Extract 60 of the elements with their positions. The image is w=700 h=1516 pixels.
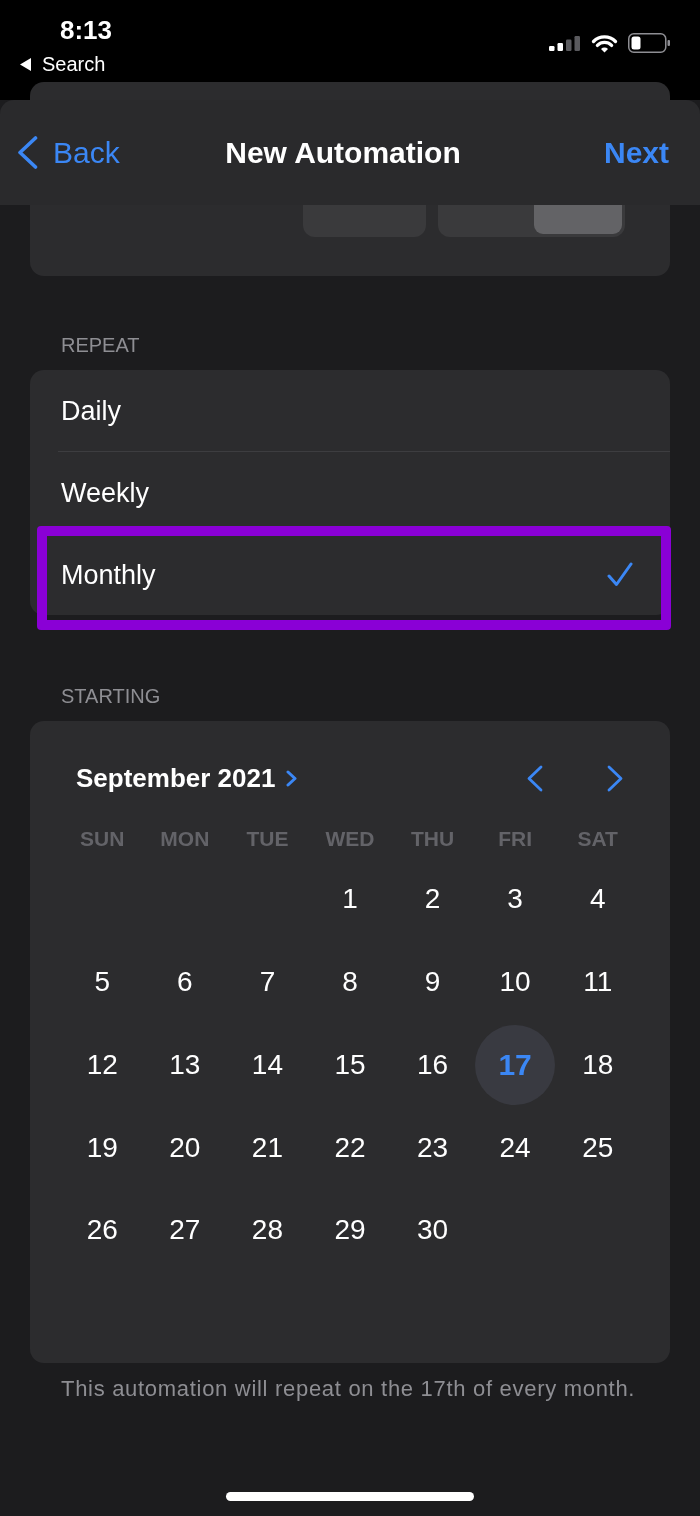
calendar-day[interactable]: 24: [499, 1130, 531, 1165]
weekday-label: SAT: [577, 827, 618, 851]
back-button[interactable]: Back: [17, 134, 120, 171]
weekday-label: TUE: [246, 827, 289, 851]
calendar-day[interactable]: 9: [424, 965, 441, 1000]
calendar-day[interactable]: 14: [251, 1047, 283, 1082]
calendar-day[interactable]: 28: [251, 1213, 283, 1248]
calendar-day[interactable]: 5: [94, 965, 111, 1000]
calendar-day[interactable]: 4: [589, 882, 606, 917]
repeat-option[interactable]: Weekly: [30, 452, 670, 533]
period-segmented-control[interactable]: [438, 205, 625, 237]
previous-month-button[interactable]: [527, 764, 543, 792]
calendar-day[interactable]: 23: [417, 1130, 449, 1165]
calendar-day[interactable]: 16: [417, 1047, 449, 1082]
calendar-day[interactable]: 21: [251, 1130, 283, 1165]
footnote-text: This automation will repeat on the 17th of every month.: [61, 1376, 637, 1402]
wifi-icon: [591, 33, 618, 53]
weekday-label: FRI: [498, 827, 533, 851]
chevron-left-icon: [527, 764, 543, 792]
calendar-day[interactable]: 15: [334, 1047, 366, 1082]
repeat-option[interactable]: Daily: [30, 370, 670, 451]
calendar-day[interactable]: 25: [582, 1130, 614, 1165]
weekday-label: SUN: [80, 827, 125, 851]
next-month-button[interactable]: [607, 764, 623, 792]
calendar-day[interactable]: 6: [177, 965, 193, 1000]
calendar-day[interactable]: 8: [342, 965, 358, 1000]
calendar-day[interactable]: 1: [342, 882, 358, 917]
next-button[interactable]: Next: [603, 134, 669, 171]
triangle-left-icon: [20, 57, 31, 71]
calendar-day[interactable]: 2: [424, 882, 441, 917]
battery-icon: [628, 33, 670, 53]
calendar-day[interactable]: 3: [507, 882, 523, 917]
repeat-option[interactable]: Monthly: [30, 534, 670, 615]
return-to-app-link[interactable]: Search: [20, 52, 106, 76]
calendar-day[interactable]: 11: [583, 965, 613, 1000]
calendar-day[interactable]: 26: [86, 1213, 118, 1248]
calendar-day[interactable]: 12: [86, 1047, 118, 1082]
section-header: STARTING: [61, 684, 162, 708]
calendar-day[interactable]: 27: [169, 1213, 201, 1248]
signal-icon: [549, 35, 581, 51]
chevron-right-icon: [607, 764, 623, 792]
chevron-right-icon: [286, 769, 298, 787]
weekday-label: MON: [160, 827, 210, 851]
calendar-day[interactable]: 10: [499, 965, 531, 1000]
calendar-day[interactable]: 30: [417, 1213, 449, 1248]
weekday-label: WED: [325, 827, 375, 851]
screen-title: New Automation: [225, 134, 461, 171]
calendar-day[interactable]: 18: [582, 1047, 614, 1082]
chevron-left-icon: [17, 136, 38, 169]
calendar-day[interactable]: 7: [259, 965, 276, 1000]
calendar-day[interactable]: 13: [169, 1047, 201, 1082]
selected-segment[interactable]: [533, 205, 622, 234]
calendar-day[interactable]: 22: [334, 1130, 366, 1165]
weekday-label: THU: [410, 827, 455, 851]
calendar-day[interactable]: 29: [334, 1213, 366, 1248]
calendar-day[interactable]: 19: [86, 1130, 118, 1165]
status-time: 8:13: [60, 14, 113, 46]
section-header: REPEAT: [61, 333, 141, 357]
month-year-button[interactable]: September 2021: [76, 762, 298, 794]
calendar-day[interactable]: 20: [169, 1130, 201, 1165]
